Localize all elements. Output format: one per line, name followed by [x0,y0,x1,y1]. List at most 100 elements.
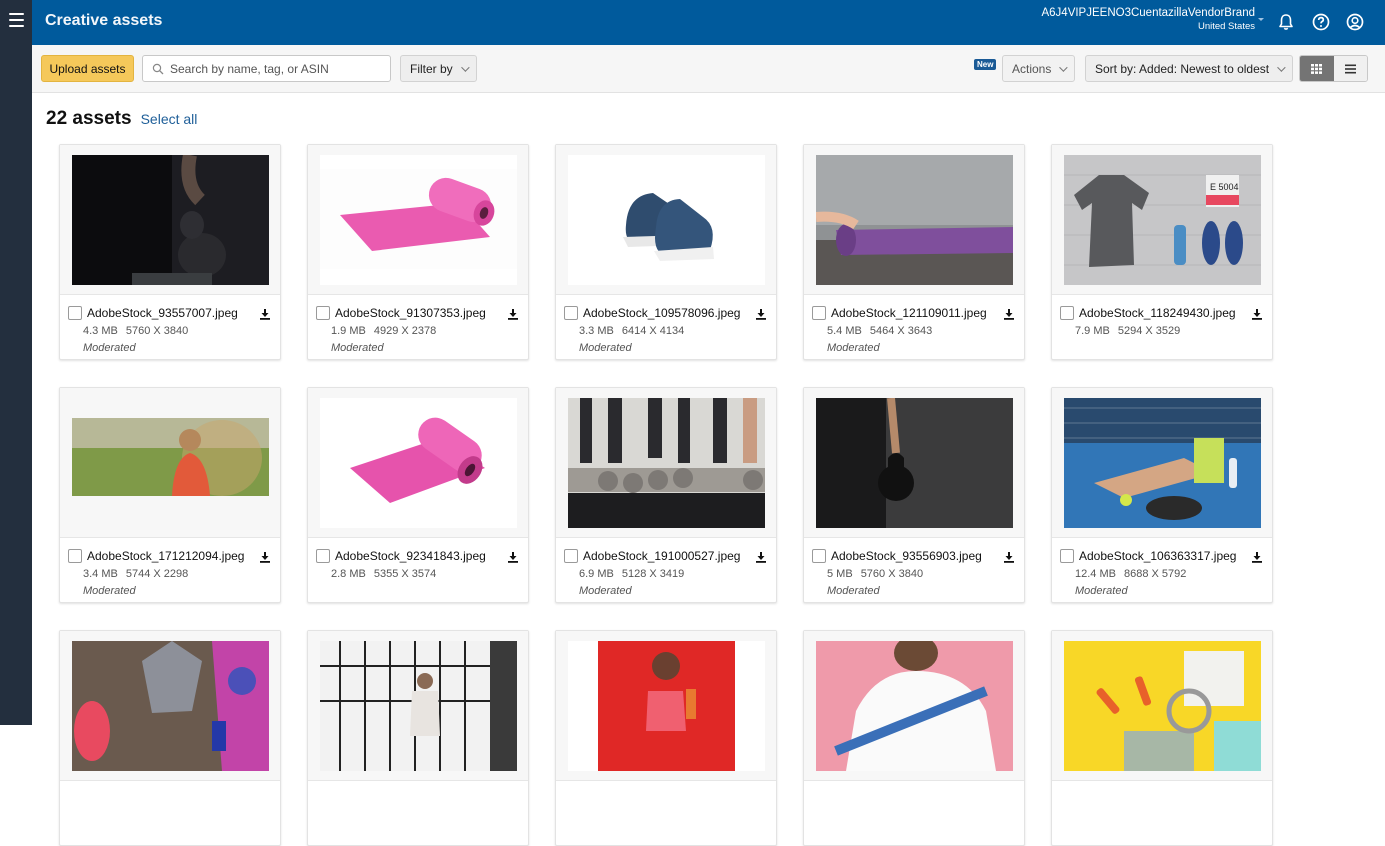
asset-filename: AdobeStock_121109011.jpeg [831,306,987,320]
asset-card [59,630,281,846]
asset-size: 2.8 MB [331,568,366,580]
asset-meta: AdobeStock_92341843.jpeg 2.8 MB 5355 X 35… [308,539,528,603]
asset-thumbnail[interactable] [556,631,776,781]
asset-meta: AdobeStock_191000527.jpeg 6.9 MB 5128 X 3… [556,539,776,603]
search-input[interactable] [170,61,380,76]
asset-size: 7.9 MB [1075,325,1110,337]
help-icon[interactable] [1311,12,1331,32]
chevron-down-icon [460,62,470,72]
svg-text:E 5004: E 5004 [1210,182,1239,192]
download-icon[interactable] [507,550,519,563]
asset-card: AdobeStock_109578096.jpeg 3.3 MB 6414 X 4… [555,144,777,360]
asset-image [567,397,765,528]
asset-count: 22 assets [46,108,132,129]
asset-filename: AdobeStock_171212094.jpeg [87,549,245,563]
filter-by-dropdown[interactable]: Filter by [400,55,477,82]
asset-image [815,154,1013,285]
list-view-button[interactable] [1333,56,1367,81]
menu-icon[interactable] [9,13,24,27]
asset-card: AdobeStock_191000527.jpeg 6.9 MB 5128 X 3… [555,387,777,603]
download-icon[interactable] [755,307,767,320]
asset-checkbox[interactable] [564,306,578,320]
asset-size: 5 MB [827,568,853,580]
actions-label: Actions [1012,61,1052,76]
asset-checkbox[interactable] [68,549,82,563]
search-box[interactable] [142,55,391,82]
asset-dimensions: 5294 X 3529 [1117,325,1181,337]
asset-thumbnail[interactable] [556,145,776,295]
download-icon[interactable] [1251,307,1263,320]
download-icon[interactable] [1003,550,1015,563]
asset-image [1063,640,1261,771]
asset-card: AdobeStock_106363317.jpeg 12.4 MB 8688 X … [1051,387,1273,603]
bell-icon[interactable] [1276,12,1296,32]
asset-status: Moderated [83,585,136,597]
chevron-down-icon [1059,62,1069,72]
asset-thumbnail[interactable] [804,631,1024,781]
asset-checkbox[interactable] [68,306,82,320]
asset-info: 5.4 MB 5464 X 3643 [827,325,932,337]
asset-checkbox[interactable] [812,306,826,320]
sort-dropdown[interactable]: Sort by: Added: Newest to oldest [1085,55,1294,82]
asset-filename: AdobeStock_118249430.jpeg [1079,306,1236,320]
asset-thumbnail[interactable] [60,388,280,538]
asset-status: Moderated [827,342,880,354]
asset-dimensions: 8688 X 5792 [1123,568,1187,580]
asset-thumbnail[interactable] [1052,631,1272,781]
asset-thumbnail[interactable] [60,631,280,781]
download-icon[interactable] [755,550,767,563]
view-toggle [1299,55,1368,82]
asset-image [71,154,269,285]
asset-card [555,630,777,846]
asset-status: Moderated [331,342,384,354]
asset-thumbnail[interactable] [804,145,1024,295]
asset-info: 3.4 MB 5744 X 2298 [83,568,188,580]
asset-thumbnail[interactable] [308,145,528,295]
download-icon[interactable] [1251,550,1263,563]
sort-label: Sort by: Added: Newest to oldest [1095,61,1270,76]
select-all-link[interactable]: Select all [141,111,198,127]
asset-card: AdobeStock_93556903.jpeg 5 MB 5760 X 3840… [803,387,1025,603]
download-icon[interactable] [507,307,519,320]
asset-info: 7.9 MB 5294 X 3529 [1075,325,1180,337]
user-icon[interactable] [1345,12,1365,32]
asset-thumbnail[interactable] [308,388,528,538]
top-header: Creative assets A6J4VIPJEENO3Cuentazilla… [32,0,1385,45]
asset-dimensions: 5760 X 3840 [125,325,189,337]
asset-image [319,397,517,528]
asset-thumbnail[interactable]: E 5004 [1052,145,1272,295]
asset-card [307,630,529,846]
asset-thumbnail[interactable] [556,388,776,538]
asset-image [319,154,517,285]
asset-checkbox[interactable] [316,549,330,563]
toolbar: Upload assets Filter by New Actions Sort… [32,45,1385,93]
download-icon[interactable] [259,550,271,563]
chevron-down-icon [1277,62,1286,72]
asset-size: 3.4 MB [83,568,118,580]
account-switcher[interactable]: A6J4VIPJEENO3CuentazillaVendorBrand Unit… [1041,7,1255,32]
asset-info: 12.4 MB 8688 X 5792 [1075,568,1186,580]
asset-thumbnail[interactable] [1052,388,1272,538]
asset-meta: AdobeStock_106363317.jpeg 12.4 MB 8688 X … [1052,539,1272,603]
asset-info: 1.9 MB 4929 X 2378 [331,325,436,337]
asset-checkbox[interactable] [564,549,578,563]
asset-thumbnail[interactable] [804,388,1024,538]
asset-checkbox[interactable] [1060,549,1074,563]
asset-checkbox[interactable] [316,306,330,320]
grid-view-button[interactable] [1300,56,1334,81]
asset-size: 12.4 MB [1075,568,1116,580]
account-caret-icon[interactable] [1258,18,1264,21]
upload-assets-button[interactable]: Upload assets [41,55,134,82]
asset-checkbox[interactable] [1060,306,1074,320]
download-icon[interactable] [259,307,271,320]
asset-status: Moderated [827,585,880,597]
search-icon [152,63,164,74]
asset-meta: AdobeStock_93556903.jpeg 5 MB 5760 X 3840… [804,539,1024,603]
download-icon[interactable] [1003,307,1015,320]
asset-thumbnail[interactable] [60,145,280,295]
actions-dropdown[interactable]: Actions [1002,55,1076,82]
asset-thumbnail[interactable] [308,631,528,781]
asset-checkbox[interactable] [812,549,826,563]
asset-info: 6.9 MB 5128 X 3419 [579,568,684,580]
asset-dimensions: 5355 X 3574 [373,568,437,580]
